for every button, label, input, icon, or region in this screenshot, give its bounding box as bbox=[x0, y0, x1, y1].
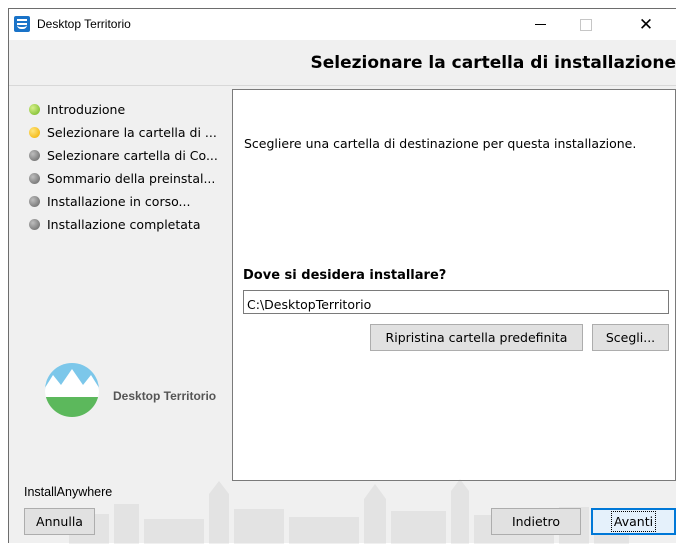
next-button[interactable]: Avanti bbox=[591, 508, 676, 535]
window-title: Desktop Territorio bbox=[37, 17, 131, 31]
minimize-icon bbox=[534, 24, 546, 25]
step-label: Installazione in corso... bbox=[47, 194, 191, 209]
step-item: Introduzione bbox=[29, 98, 231, 121]
step-pending-icon bbox=[29, 173, 40, 184]
product-logo: Desktop Territorio bbox=[43, 361, 223, 431]
next-button-label: Avanti bbox=[610, 511, 657, 532]
step-item: Selezionare cartella di Co... bbox=[29, 144, 231, 167]
step-label: Selezionare cartella di Co... bbox=[47, 148, 218, 163]
close-button[interactable]: ✕ bbox=[623, 9, 669, 40]
installer-window: Desktop Territorio ✕ Selezionare la cart… bbox=[8, 8, 676, 544]
maximize-button[interactable] bbox=[563, 9, 609, 40]
step-label: Sommario della preinstal... bbox=[47, 171, 216, 186]
app-icon bbox=[14, 16, 30, 32]
step-current-icon bbox=[29, 127, 40, 138]
step-done-icon bbox=[29, 104, 40, 115]
header-divider bbox=[9, 85, 676, 86]
instruction-text: Scegliere una cartella di destinazione p… bbox=[244, 136, 637, 151]
step-item: Installazione completata bbox=[29, 213, 231, 236]
logo-text: Desktop Territorio bbox=[113, 389, 217, 403]
step-item: Selezionare la cartella di ... bbox=[29, 121, 231, 144]
back-button[interactable]: Indietro bbox=[491, 508, 581, 535]
step-label: Selezionare la cartella di ... bbox=[47, 125, 217, 140]
maximize-icon bbox=[580, 18, 592, 31]
logo-mark-icon bbox=[45, 363, 99, 417]
minimize-button[interactable] bbox=[517, 9, 563, 40]
step-item: Sommario della preinstal... bbox=[29, 167, 231, 190]
install-path-input[interactable] bbox=[243, 290, 669, 314]
choose-folder-button[interactable]: Scegli... bbox=[592, 324, 669, 351]
step-pending-icon bbox=[29, 150, 40, 161]
title-bar: Desktop Territorio ✕ bbox=[9, 9, 676, 40]
steps-list: Introduzione Selezionare la cartella di … bbox=[29, 98, 231, 236]
step-pending-icon bbox=[29, 196, 40, 207]
close-icon: ✕ bbox=[638, 14, 654, 35]
vendor-label: InstallAnywhere bbox=[24, 485, 113, 499]
step-label: Installazione completata bbox=[47, 217, 201, 232]
step-pending-icon bbox=[29, 219, 40, 230]
step-label: Introduzione bbox=[47, 102, 126, 117]
install-location-label: Dove si desidera installare? bbox=[243, 268, 447, 283]
page-title: Selezionare la cartella di installazione bbox=[310, 53, 676, 73]
content-panel: Scegliere una cartella di destinazione p… bbox=[232, 89, 676, 481]
step-item: Installazione in corso... bbox=[29, 190, 231, 213]
cancel-button[interactable]: Annulla bbox=[24, 508, 95, 535]
restore-default-folder-button[interactable]: Ripristina cartella predefinita bbox=[370, 324, 583, 351]
